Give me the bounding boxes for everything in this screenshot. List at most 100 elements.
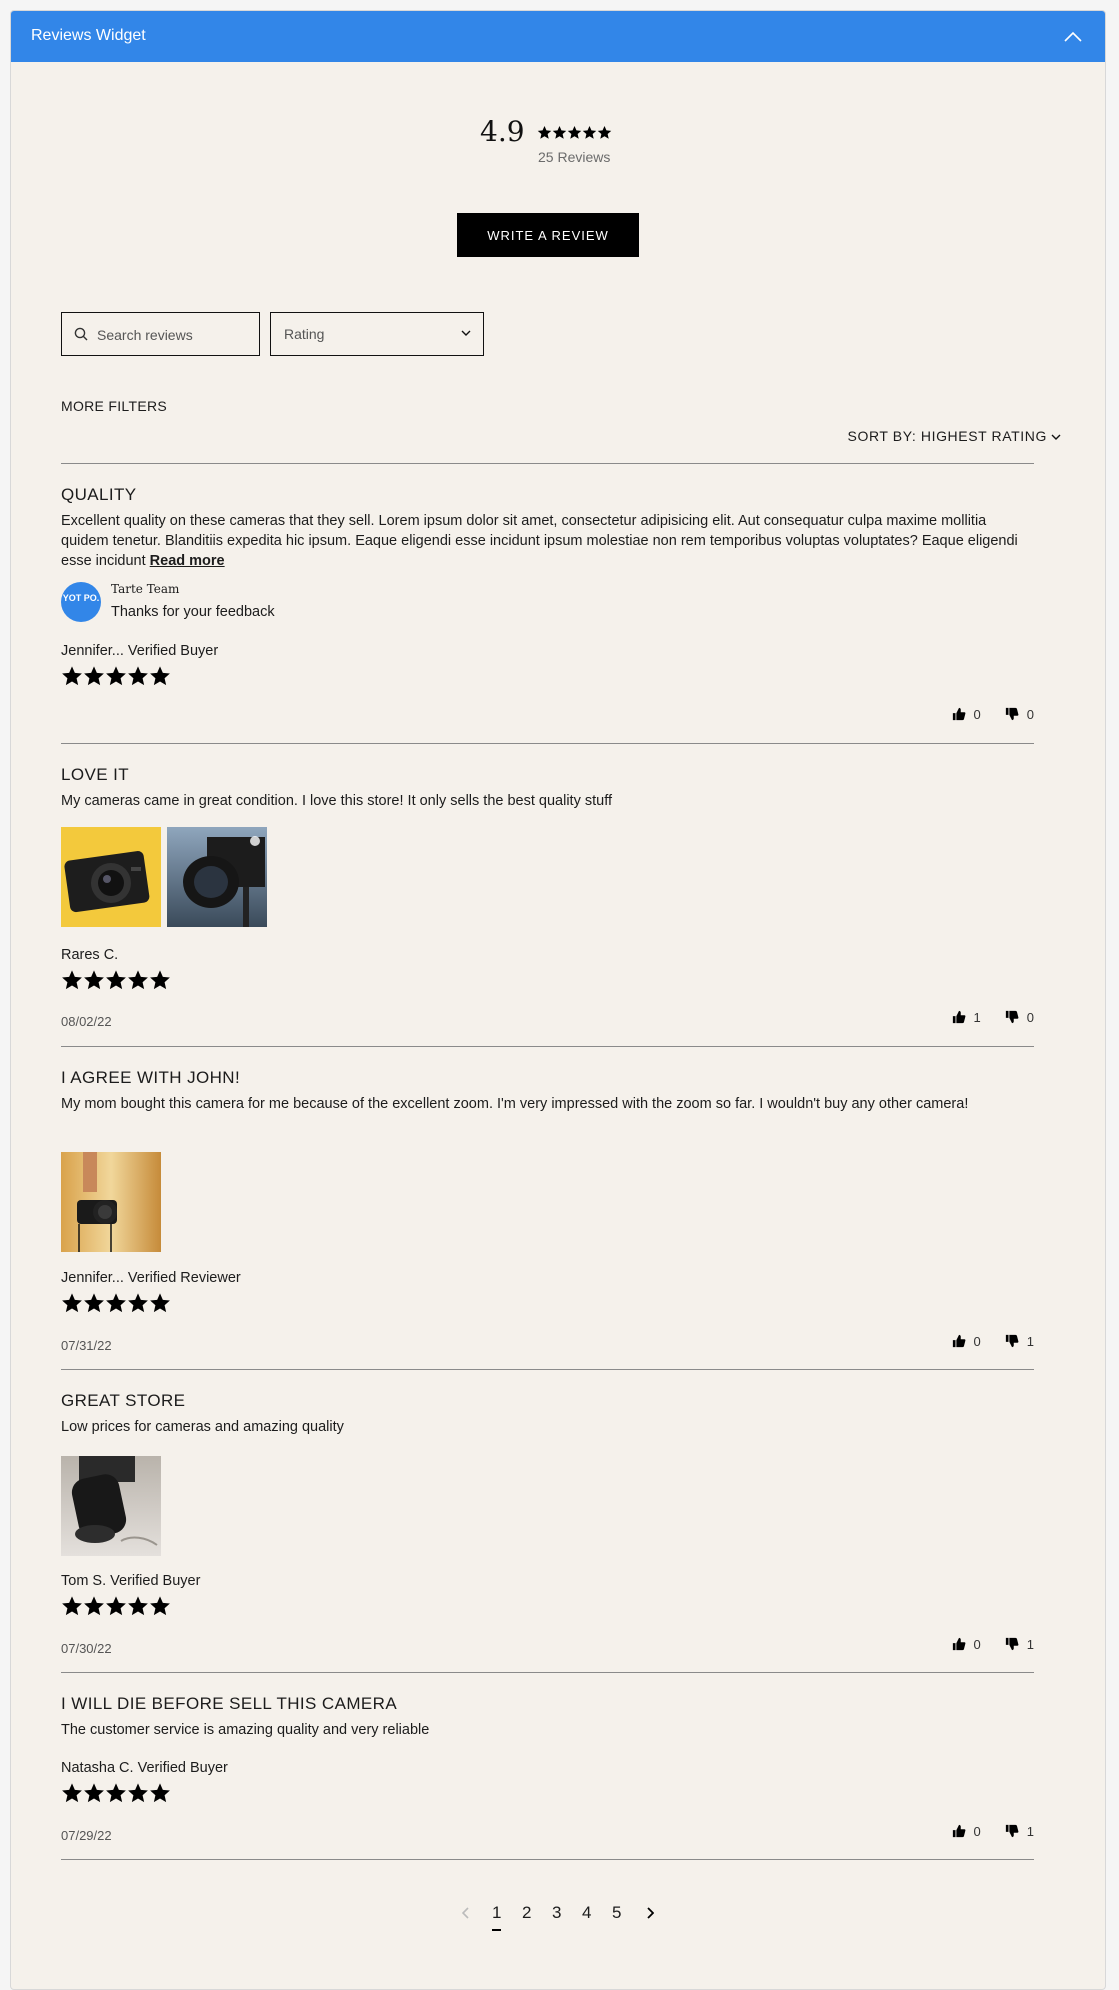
star-icon [105, 1782, 127, 1804]
camera-photo [183, 836, 265, 927]
vote-down-button[interactable]: 0 [1005, 1010, 1034, 1025]
star-icon [127, 1782, 149, 1804]
vote-down-button[interactable]: 1 [1005, 1824, 1034, 1839]
page-3-button[interactable]: 3 [552, 1903, 561, 1923]
vote-buttons: 01 [952, 1824, 1034, 1839]
star-icon [582, 125, 597, 140]
reviewer-name: Tom S. [61, 1573, 107, 1589]
star-icon [105, 1595, 127, 1617]
search-box[interactable] [61, 312, 260, 356]
page-2-button[interactable]: 2 [522, 1903, 531, 1923]
review-title: I AGREE WITH JOHN! [61, 1068, 241, 1087]
review-photo[interactable] [61, 827, 161, 927]
divider [61, 1046, 1034, 1047]
thumbs-up-icon [952, 1637, 966, 1651]
reviewer: Natasha C. Verified Buyer [61, 1760, 228, 1776]
page-5-button[interactable]: 5 [612, 1903, 621, 1923]
thumbs-up-icon [952, 1010, 966, 1024]
vote-down-button[interactable]: 1 [1005, 1637, 1034, 1652]
write-review-button[interactable]: WRITE A REVIEW [457, 213, 639, 257]
rating-filter-select[interactable]: Rating [270, 312, 484, 356]
reviewer: Rares C. [61, 947, 118, 963]
star-icon [597, 125, 612, 140]
chevron-right-icon[interactable] [646, 1907, 654, 1919]
divider [61, 1369, 1034, 1370]
divider [61, 1859, 1034, 1860]
thumbs-down-icon [1005, 1334, 1019, 1348]
star-icon [83, 969, 105, 991]
star-icon [83, 1292, 105, 1314]
review-stars [61, 665, 171, 692]
reply-author: Tarte Team [111, 582, 180, 596]
widget-header[interactable]: Reviews Widget [11, 11, 1105, 62]
reply-text: Thanks for your feedback [111, 604, 275, 620]
vote-up-button[interactable]: 0 [952, 707, 981, 722]
review-body: My mom bought this camera for me because… [61, 1096, 969, 1112]
sort-dropdown[interactable]: SORT BY: HIGHEST RATING [848, 428, 1061, 444]
vote-buttons: 01 [952, 1334, 1034, 1349]
more-filters-button[interactable]: MORE FILTERS [61, 398, 167, 414]
verified-badge: Verified Buyer [127, 643, 219, 659]
review-images [61, 1152, 167, 1257]
thumbs-down-icon [1005, 1637, 1019, 1651]
thumbs-down-icon [1005, 707, 1019, 721]
star-icon [567, 125, 582, 140]
camera-photo [77, 1152, 117, 1252]
review-photo[interactable] [61, 1152, 161, 1252]
chevron-down-icon [461, 330, 471, 336]
review-stars [61, 969, 171, 996]
star-icon [127, 665, 149, 687]
review-count: 25 Reviews [538, 149, 611, 165]
vote-down-button[interactable]: 1 [1005, 1334, 1034, 1349]
chevron-down-icon [1051, 434, 1061, 440]
star-icon [127, 969, 149, 991]
divider [61, 1672, 1034, 1673]
review-photo[interactable] [167, 827, 267, 927]
star-icon [149, 1292, 171, 1314]
vote-up-button[interactable]: 0 [952, 1334, 981, 1349]
star-icon [61, 665, 83, 687]
verified-badge: Verified Reviewer [127, 1270, 241, 1286]
star-icon [537, 125, 552, 140]
divider [61, 743, 1034, 744]
vote-up-button[interactable]: 0 [952, 1824, 981, 1839]
star-icon [105, 969, 127, 991]
search-input[interactable] [95, 323, 249, 347]
star-icon [83, 1782, 105, 1804]
review-photo[interactable] [61, 1456, 161, 1556]
review-date: 08/02/22 [61, 1014, 112, 1029]
star-icon [149, 1595, 171, 1617]
widget-title: Reviews Widget [31, 27, 146, 44]
reviewer: Tom S. Verified Buyer [61, 1573, 200, 1589]
vote-down-button[interactable]: 0 [1005, 707, 1034, 722]
read-more-link[interactable]: Read more [150, 553, 225, 569]
page-1-button[interactable]: 1 [492, 1903, 502, 1931]
thumbs-up-icon [952, 1824, 966, 1838]
review-title: GREAT STORE [61, 1391, 186, 1410]
reviewer-name: Rares C. [61, 947, 119, 963]
vote-buttons: 00 [952, 707, 1034, 722]
review-title: QUALITY [61, 485, 137, 504]
chevron-up-icon[interactable] [1063, 29, 1083, 43]
review-body: Low prices for cameras and amazing quali… [61, 1419, 344, 1435]
vote-buttons: 10 [952, 1010, 1034, 1025]
page-4-button[interactable]: 4 [582, 1903, 591, 1923]
review-date: 07/31/22 [61, 1338, 112, 1353]
reviewer: Jennifer... Verified Reviewer [61, 1270, 241, 1286]
review-date: 07/29/22 [61, 1828, 112, 1843]
reviewer-name: Natasha C. [61, 1760, 134, 1776]
review-images [61, 827, 273, 932]
reviews-widget: Reviews Widget [10, 10, 1106, 1990]
review-body: The customer service is amazing quality … [61, 1722, 430, 1738]
reviewer-name: Jennifer... [61, 1270, 124, 1286]
vote-up-button[interactable]: 0 [952, 1637, 981, 1652]
star-icon [105, 1292, 127, 1314]
chevron-left-icon[interactable] [462, 1907, 470, 1919]
divider [61, 463, 1034, 464]
camera-photo [71, 1456, 158, 1546]
star-icon [127, 1292, 149, 1314]
verified-badge: Verified Buyer [110, 1573, 201, 1589]
star-icon [149, 969, 171, 991]
vote-up-button[interactable]: 1 [952, 1010, 981, 1025]
star-icon [149, 665, 171, 687]
